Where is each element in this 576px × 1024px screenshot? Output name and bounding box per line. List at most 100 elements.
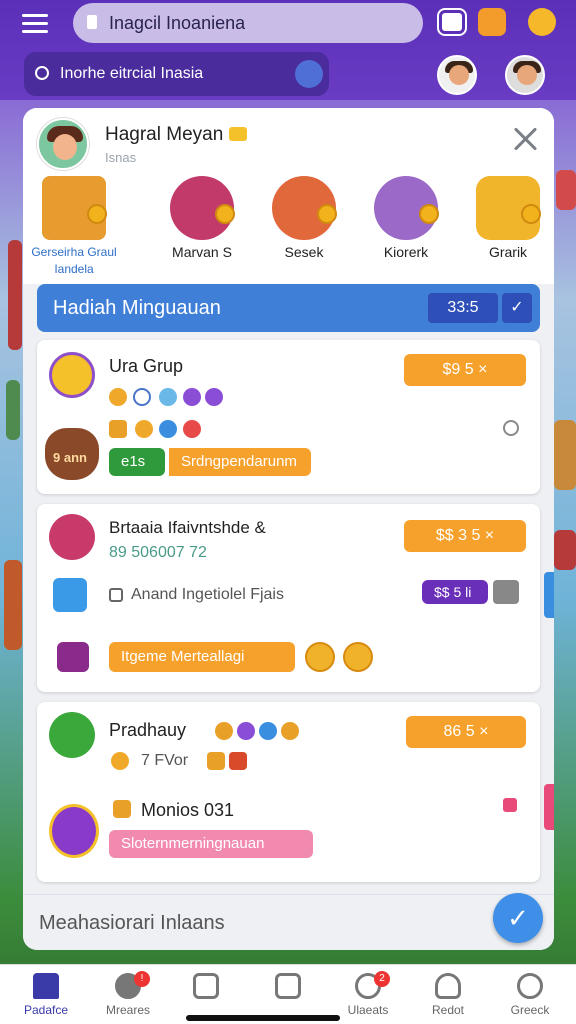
search-placeholder: Inorhe eitrcial Inasia [60, 65, 204, 82]
card-subtitle: 7 FVor [141, 752, 189, 769]
gift-label: Grarik [488, 244, 528, 260]
bg-block [554, 420, 576, 490]
gift-item[interactable]: Kiorerk [361, 176, 451, 261]
group-icon [49, 352, 95, 398]
nav-label: Ulaeats [347, 1003, 389, 1017]
shield-icon [133, 388, 151, 406]
bg-block [6, 380, 20, 440]
claim-button[interactable]: $9 5 × [404, 354, 526, 386]
pink-chip[interactable]: Sloternmerningnauan [109, 830, 313, 858]
check-fab-button[interactable]: ✓ [493, 893, 543, 943]
reward-card: Pradhauy 7 FVor 86 5 × Monios 031 Sloter… [37, 702, 540, 882]
claim-button[interactable]: $$ 3 5 × [404, 520, 526, 552]
gem-icon [205, 388, 223, 406]
side-tab[interactable] [544, 784, 554, 830]
url-text: Inagcil Inoaniena [109, 13, 246, 33]
shield-badge-icon [49, 804, 99, 858]
box-icon [207, 752, 225, 770]
star-icon [237, 722, 255, 740]
ticket-icon [49, 712, 95, 758]
home-indicator [186, 1015, 340, 1021]
coin-icon [215, 204, 235, 224]
swirl-icon [159, 420, 177, 438]
nav-label: Mreares [105, 1003, 150, 1017]
box-icon [229, 752, 247, 770]
card-subtitle: 89 506007 72 [109, 544, 207, 561]
nav-profile[interactable]: Redot [408, 973, 488, 1017]
footer-bar[interactable]: Meahasiorari Inlaans [23, 894, 554, 950]
info-icon[interactable] [503, 420, 519, 436]
gift-item[interactable]: Grarik [463, 176, 553, 261]
target-icon [517, 973, 543, 999]
coin-label: 9 ann [53, 450, 87, 465]
coin-icon [215, 722, 233, 740]
nav-home[interactable]: Padafce [6, 973, 86, 1017]
top-bar: Inagcil Inoaniena Inorhe eitrcial Inasia [0, 0, 576, 100]
card-title: Brtaaia Ifaivntshde & [109, 518, 266, 537]
friend-avatar[interactable] [437, 55, 477, 95]
profile-subtitle: Isnas [105, 150, 137, 165]
voice-icon[interactable] [295, 60, 323, 88]
bg-block [8, 240, 22, 350]
menu-icon[interactable] [22, 14, 48, 34]
nav-item[interactable] [248, 973, 328, 1003]
card-title: Pradhauy [109, 720, 187, 740]
address-bar[interactable]: Inagcil Inoaniena [73, 3, 423, 43]
purple-badge: $$ 5 li [422, 580, 488, 604]
square-icon [193, 973, 219, 999]
pentagon-icon [57, 642, 89, 672]
camera-icon[interactable] [439, 10, 465, 34]
check-icon[interactable]: ✓ [502, 293, 532, 323]
box-icon [109, 420, 127, 438]
gift-item[interactable]: Marvan S [157, 176, 247, 261]
nav-label: Greeck [510, 1003, 550, 1017]
bg-block [554, 530, 576, 570]
green-chip: e1s [109, 448, 165, 476]
home-icon [33, 973, 59, 999]
key-icon [281, 722, 299, 740]
coin-icon[interactable] [528, 8, 556, 36]
person-icon [435, 973, 461, 999]
gift-icon [503, 798, 517, 812]
coin-icon [109, 388, 127, 406]
profile-avatar[interactable] [37, 118, 89, 170]
nav-check[interactable]: Greeck [490, 973, 570, 1017]
row-label: Monios 031 [141, 800, 235, 820]
note-icon [49, 514, 95, 560]
bg-block [556, 170, 576, 210]
box-icon [113, 800, 131, 818]
nav-messages[interactable]: ! Mreares [88, 971, 168, 1017]
coin-icon [111, 752, 129, 770]
search-input[interactable]: Inorhe eitrcial Inasia [24, 52, 329, 96]
side-tab[interactable] [544, 572, 554, 618]
nav-item[interactable] [166, 973, 246, 1003]
orange-chip[interactable]: Itgeme Merteallagi [109, 642, 295, 672]
claim-button[interactable]: 86 5 × [406, 716, 526, 748]
gift-item[interactable]: Sesek [259, 176, 349, 261]
orange-chip[interactable]: Srdngpendarunm [169, 448, 311, 476]
panel-header: Hagral Meyan Isnas Gerseirha Graul Iande… [23, 108, 554, 284]
gift-label: Kiorerk [383, 244, 429, 260]
weekly-reward-banner[interactable]: Hadiah Minguauan 33:5 ✓ [37, 284, 540, 332]
gift-item[interactable]: Gerseirha Graul Iandela [29, 176, 119, 278]
player-avatar[interactable] [505, 55, 545, 95]
coin-icon [419, 204, 439, 224]
gem-icon [183, 388, 201, 406]
notification-badge: ! [134, 971, 150, 987]
coin-icon [317, 204, 337, 224]
coin-icon [305, 642, 335, 672]
star-icon [159, 388, 177, 406]
nav-updates[interactable]: 2 Ulaeats [328, 971, 408, 1017]
shop-icon[interactable] [478, 8, 506, 36]
calendar-icon [275, 973, 301, 999]
profile-name: Hagral Meyan [105, 124, 248, 146]
coin-icon [521, 204, 541, 224]
close-icon[interactable] [512, 126, 538, 152]
chat-icon [53, 578, 87, 612]
gift-label: Gerseirha Graul Iandela [31, 245, 117, 276]
weekly-title: Hadiah Minguauan [53, 297, 221, 319]
checkbox-icon[interactable] [109, 588, 123, 602]
plus-icon[interactable] [493, 580, 519, 604]
crown-icon [229, 127, 248, 141]
lock-icon [87, 15, 97, 29]
